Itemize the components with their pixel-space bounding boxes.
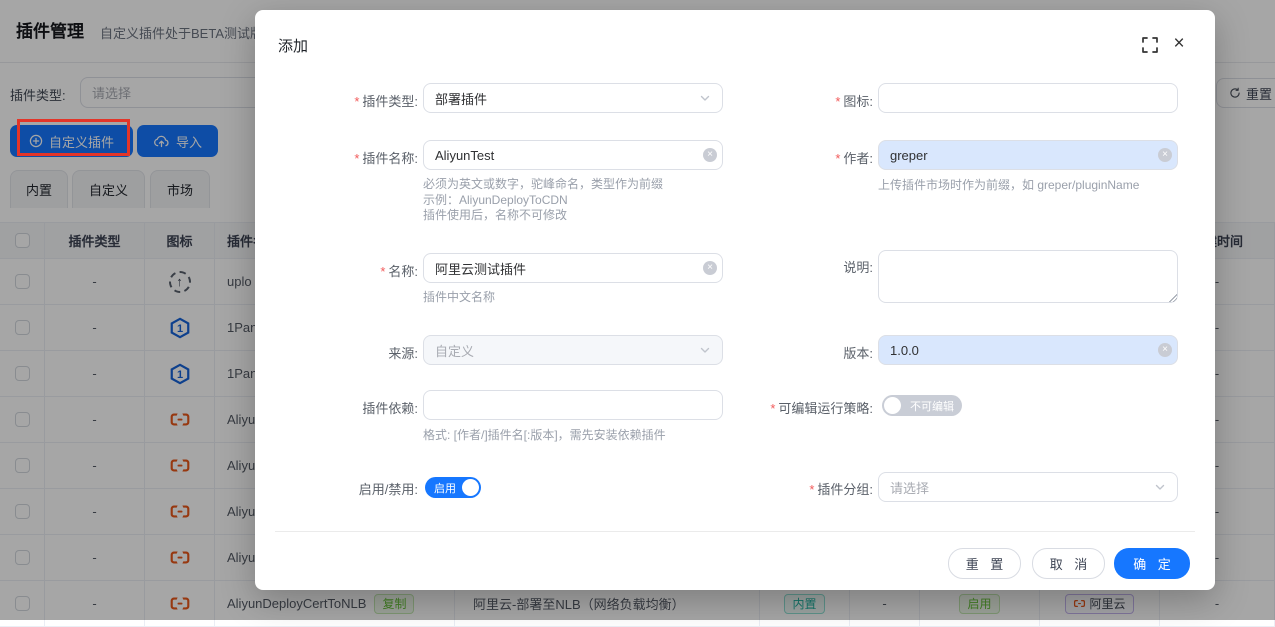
plugin-name-input[interactable] (423, 140, 723, 170)
plugin-group-placeholder: 请选择 (890, 478, 929, 497)
chevron-down-icon (699, 344, 711, 356)
chevron-down-icon (1154, 481, 1166, 493)
clear-icon[interactable]: × (703, 148, 717, 162)
plugin-name-label: *插件名称: (275, 148, 418, 167)
highlight-annotation-box (17, 119, 130, 156)
required-asterisk: * (835, 151, 840, 166)
enabled-toggle[interactable]: 启用 (425, 477, 481, 498)
required-asterisk: * (354, 151, 359, 166)
name-input[interactable] (423, 253, 723, 283)
required-asterisk: * (809, 482, 814, 497)
toggle-off-label: 不可编辑 (910, 398, 954, 414)
footer-divider (275, 531, 1195, 532)
source-label: 来源: (275, 343, 418, 362)
author-help: 上传插件市场时作为前缀，如 greper/pluginName (878, 178, 1139, 194)
description-textarea[interactable] (878, 250, 1178, 303)
plugin-type-value: 部署插件 (435, 89, 487, 108)
editable-policy-toggle[interactable]: 不可编辑 (882, 395, 962, 416)
close-icon[interactable]: × (1167, 32, 1191, 56)
icon-input[interactable] (878, 83, 1178, 113)
source-select: 自定义 (423, 335, 723, 365)
required-asterisk: * (380, 264, 385, 279)
author-input[interactable] (878, 140, 1178, 170)
toggle-knob (884, 397, 901, 414)
name-help: 插件中文名称 (423, 290, 495, 306)
enabled-label: 启用/禁用: (275, 479, 418, 498)
version-input[interactable] (878, 335, 1178, 365)
dependency-help: 格式: [作者/]插件名[:版本]，需先安装依赖插件 (423, 428, 666, 444)
chevron-down-icon (699, 92, 711, 104)
resize-handle[interactable] (1168, 293, 1177, 302)
modal-title: 添加 (278, 35, 308, 56)
version-label: 版本: (725, 343, 873, 362)
name-label: *名称: (275, 261, 418, 280)
plugin-type-label: *插件类型: (275, 91, 418, 110)
confirm-button[interactable]: 确 定 (1114, 548, 1190, 579)
source-value: 自定义 (435, 341, 474, 360)
plugin-type-select[interactable]: 部署插件 (423, 83, 723, 113)
fullscreen-icon[interactable] (1141, 36, 1159, 54)
dependency-input[interactable] (423, 390, 723, 420)
clear-icon[interactable]: × (1158, 148, 1172, 162)
required-asterisk: * (835, 94, 840, 109)
description-label: 说明: (725, 257, 873, 276)
icon-label: *图标: (725, 91, 873, 110)
add-plugin-modal: 添加 × *插件类型: 部署插件 *图标: *插件名称: × 必须为英文或数字，… (255, 10, 1215, 590)
plugin-group-label: *插件分组: (725, 479, 873, 498)
dependency-label: 插件依赖: (275, 398, 418, 417)
toggle-knob (462, 479, 479, 496)
toggle-on-label: 启用 (434, 480, 456, 496)
reset-button[interactable]: 重 置 (948, 548, 1021, 579)
required-asterisk: * (354, 94, 359, 109)
plugin-name-help: 必须为英文或数字，驼峰命名，类型作为前缀 示例：AliyunDeployToCD… (423, 177, 663, 224)
cancel-button[interactable]: 取 消 (1032, 548, 1105, 579)
editable-policy-label: *可编辑运行策略: (725, 398, 873, 417)
required-asterisk: * (770, 401, 775, 416)
clear-icon[interactable]: × (1158, 343, 1172, 357)
author-label: *作者: (725, 148, 873, 167)
clear-icon[interactable]: × (703, 261, 717, 275)
plugin-group-select[interactable]: 请选择 (878, 472, 1178, 502)
